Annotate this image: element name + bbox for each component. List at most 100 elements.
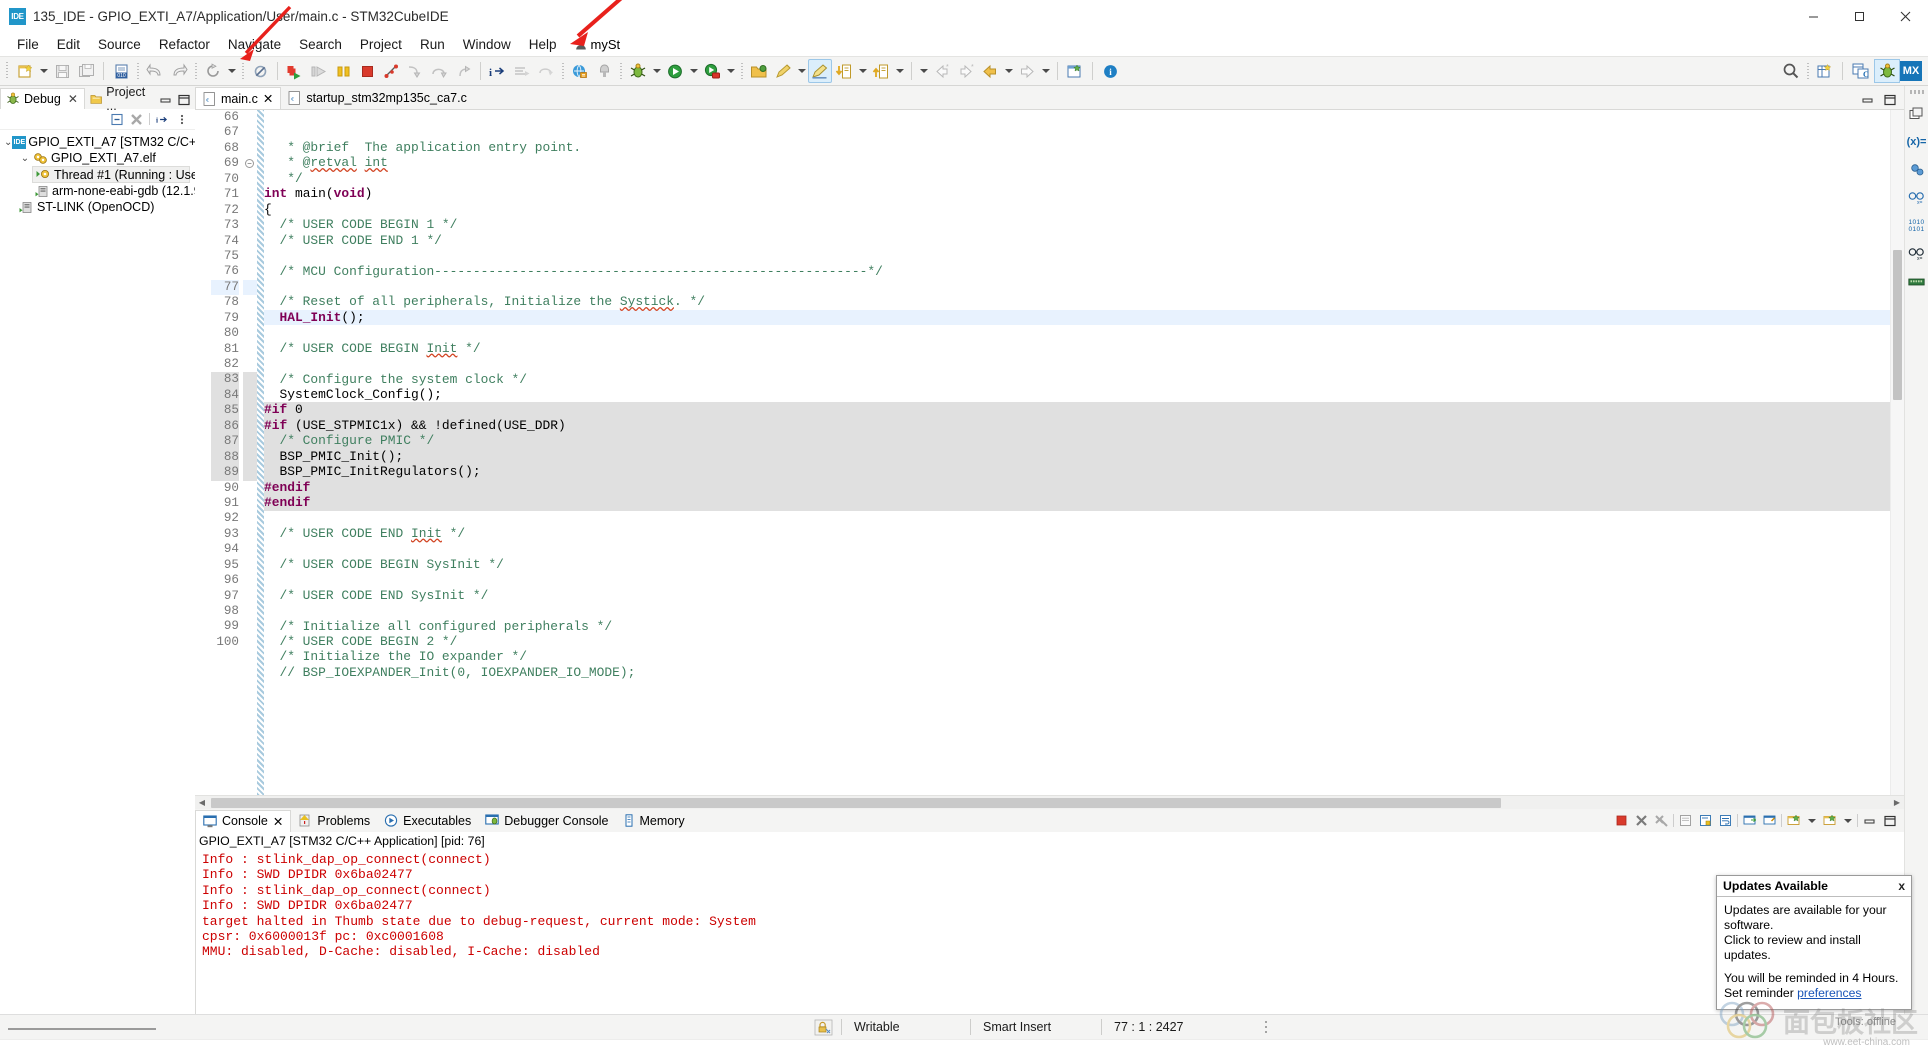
run-last-tool-dropdown[interactable] bbox=[724, 60, 737, 82]
code-line[interactable]: /* Initialize all configured peripherals… bbox=[264, 619, 1890, 634]
run-icon[interactable] bbox=[663, 59, 687, 83]
tree-node-thread[interactable]: Thread #1 (Running : User bbox=[32, 166, 190, 183]
chevron-down-icon[interactable]: ⌄ bbox=[4, 137, 12, 148]
save-all-icon[interactable] bbox=[74, 59, 98, 83]
search-icon[interactable] bbox=[1779, 59, 1803, 83]
new-window-icon[interactable] bbox=[1063, 59, 1087, 83]
tab-project-explorer[interactable]: Project ... bbox=[85, 88, 159, 109]
memory-browser-icon[interactable] bbox=[1907, 273, 1926, 290]
terminate-icon[interactable] bbox=[355, 59, 379, 83]
notification-preferences-link[interactable]: preferences bbox=[1797, 986, 1861, 1000]
open-folder-icon[interactable] bbox=[747, 59, 771, 83]
tree-node-stlink[interactable]: ST-LINK (OpenOCD) bbox=[0, 199, 195, 215]
skip-breakpoints-icon[interactable] bbox=[248, 59, 272, 83]
editor-tab-close-icon[interactable]: ✕ bbox=[263, 91, 273, 106]
minimize-button[interactable] bbox=[1790, 0, 1836, 32]
resume-icon[interactable] bbox=[283, 59, 307, 83]
code-line[interactable]: /* Reset of all peripherals, Initialize … bbox=[264, 294, 1890, 309]
code-line[interactable]: /* USER CODE END SysInit */ bbox=[264, 588, 1890, 603]
console-tab-close-icon[interactable]: ✕ bbox=[273, 814, 283, 829]
suspend-icon[interactable] bbox=[331, 59, 355, 83]
forward-arrow-icon[interactable] bbox=[1015, 59, 1039, 83]
remove-launch-icon[interactable] bbox=[1633, 812, 1650, 829]
debug-perspective-icon[interactable] bbox=[1874, 59, 1900, 83]
variables-icon[interactable]: (x)= bbox=[1907, 133, 1926, 150]
forward-history-icon[interactable]: * bbox=[954, 59, 978, 83]
menu-navigate[interactable]: Navigate bbox=[219, 35, 290, 54]
terminate-icon[interactable] bbox=[1613, 812, 1630, 829]
remove-all-terminated-icon[interactable] bbox=[130, 113, 143, 126]
right-stack-grip[interactable] bbox=[1910, 90, 1924, 94]
drop-to-frame-icon[interactable] bbox=[510, 59, 534, 83]
code-line[interactable] bbox=[264, 603, 1890, 618]
highlight-icon[interactable] bbox=[808, 59, 832, 83]
code-line[interactable]: /* USER CODE BEGIN 1 */ bbox=[264, 217, 1890, 232]
live-expressions-icon[interactable]: x= bbox=[1907, 245, 1926, 262]
code-line[interactable]: #if 0 bbox=[264, 402, 1890, 417]
display-selected-console-icon[interactable] bbox=[1785, 812, 1802, 829]
menu-search[interactable]: Search bbox=[290, 35, 351, 54]
menu-refactor[interactable]: Refactor bbox=[150, 35, 219, 54]
console-tab-memory[interactable]: Memory bbox=[616, 810, 692, 832]
code-line[interactable]: #endif bbox=[264, 480, 1890, 495]
registers-icon[interactable]: 10100101 bbox=[1907, 217, 1926, 234]
tree-node-gdb[interactable]: arm-none-eabi-gdb (12.1.90.2 bbox=[0, 183, 195, 199]
code-line[interactable]: #endif bbox=[264, 495, 1890, 510]
editor-hscroll-thumb[interactable] bbox=[211, 798, 1501, 808]
maximize-icon[interactable] bbox=[177, 93, 190, 106]
menu-window[interactable]: Window bbox=[454, 35, 520, 54]
tree-node-elf[interactable]: ⌄ GPIO_EXTI_A7.elf bbox=[0, 150, 195, 166]
code-line[interactable]: SystemClock_Config(); bbox=[264, 387, 1890, 402]
fold-toggle[interactable]: − bbox=[243, 156, 257, 171]
console-output[interactable]: Info : stlink_dap_op_connect(connect)Inf… bbox=[195, 849, 1904, 1014]
maximize-icon[interactable] bbox=[1883, 93, 1896, 106]
show-debug-toolbar-icon[interactable]: i bbox=[156, 113, 169, 126]
menu-help[interactable]: Help bbox=[520, 35, 566, 54]
maximize-icon[interactable] bbox=[1881, 812, 1898, 829]
view-menu-icon[interactable] bbox=[175, 113, 188, 126]
disconnect-icon[interactable] bbox=[379, 59, 403, 83]
code-line[interactable]: * @retval int bbox=[264, 155, 1890, 170]
info-icon[interactable]: i bbox=[1098, 59, 1122, 83]
code-line[interactable] bbox=[264, 325, 1890, 340]
show-console-on-output-icon[interactable] bbox=[1741, 812, 1758, 829]
new-file-dropdown[interactable] bbox=[37, 60, 50, 82]
c-cpp-perspective-icon[interactable]: C bbox=[1848, 59, 1874, 83]
word-wrap-icon[interactable] bbox=[1717, 812, 1734, 829]
scroll-lock-icon[interactable] bbox=[1697, 812, 1714, 829]
import-dropdown[interactable] bbox=[856, 60, 869, 82]
run-last-tool-icon[interactable] bbox=[700, 59, 724, 83]
minimize-icon[interactable] bbox=[159, 93, 172, 106]
debug-icon[interactable] bbox=[626, 59, 650, 83]
status-overflow-menu[interactable] bbox=[1252, 1019, 1280, 1036]
toggle-mark-occurrences-icon[interactable]: 010 bbox=[109, 59, 133, 83]
minimize-icon[interactable] bbox=[1861, 812, 1878, 829]
collapse-fold-icon[interactable]: − bbox=[245, 159, 254, 168]
remove-all-terminated-icon[interactable] bbox=[1653, 812, 1670, 829]
code-line[interactable]: /* MCU Configuration--------------------… bbox=[264, 264, 1890, 279]
code-line[interactable] bbox=[264, 248, 1890, 263]
debug-launch-tree[interactable]: ⌄ IDE GPIO_EXTI_A7 [STM32 C/C++ Ap ⌄ bbox=[0, 130, 195, 1014]
scroll-right-icon[interactable]: ▶ bbox=[1890, 798, 1904, 807]
export-dropdown[interactable] bbox=[893, 60, 906, 82]
editor-vertical-scrollbar[interactable] bbox=[1890, 110, 1904, 795]
build-icon[interactable] bbox=[592, 59, 616, 83]
step-over-icon[interactable] bbox=[307, 59, 331, 83]
code-folding-ruler[interactable]: − bbox=[243, 110, 257, 795]
chevron-down-icon[interactable]: ⌄ bbox=[18, 153, 32, 164]
code-line[interactable]: /* USER CODE BEGIN 2 */ bbox=[264, 634, 1890, 649]
maximize-button[interactable] bbox=[1836, 0, 1882, 32]
open-console-icon[interactable] bbox=[1821, 812, 1838, 829]
undo-icon[interactable] bbox=[143, 59, 167, 83]
expressions-icon[interactable]: x= bbox=[1907, 189, 1926, 206]
code-line[interactable]: #if (USE_STPMIC1x) && !defined(USE_DDR) bbox=[264, 418, 1890, 433]
new-file-icon[interactable] bbox=[13, 59, 37, 83]
export-icon[interactable] bbox=[869, 59, 893, 83]
code-line[interactable]: /* USER CODE BEGIN Init */ bbox=[264, 341, 1890, 356]
back-arrow-dropdown[interactable] bbox=[1002, 60, 1015, 82]
debug-dropdown[interactable] bbox=[650, 60, 663, 82]
run-dropdown[interactable] bbox=[687, 60, 700, 82]
pencil-dropdown[interactable] bbox=[795, 60, 808, 82]
code-line[interactable]: /* USER CODE END Init */ bbox=[264, 526, 1890, 541]
code-line[interactable]: { bbox=[264, 202, 1890, 217]
